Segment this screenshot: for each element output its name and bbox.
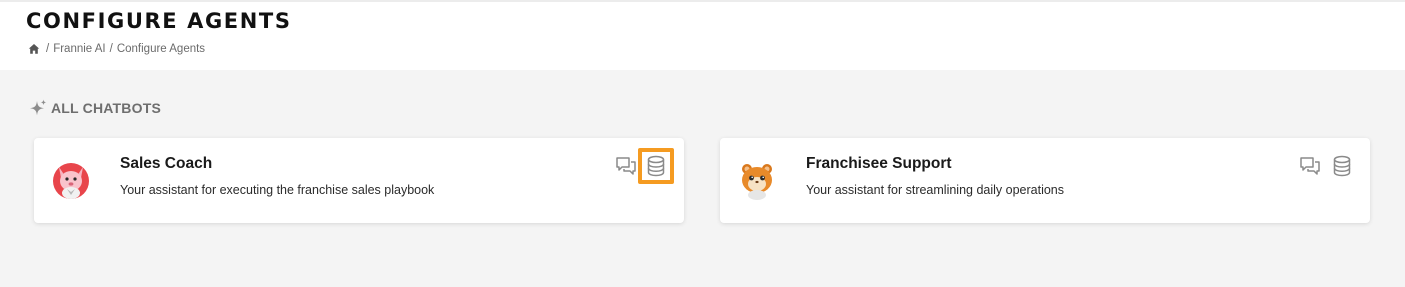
- page-header: CONFIGURE AGENTS / Frannie AI / Configur…: [0, 0, 1405, 70]
- agent-description: Your assistant for executing the franchi…: [120, 183, 435, 197]
- orange-hamster-avatar: [736, 159, 778, 201]
- header-top-divider: [0, 0, 1405, 2]
- database-icon[interactable]: [1330, 154, 1354, 178]
- breadcrumb-separator: /: [46, 43, 50, 55]
- agent-actions: [614, 148, 674, 184]
- page-title: CONFIGURE AGENTS: [26, 9, 292, 33]
- agent-name: Sales Coach: [120, 155, 213, 172]
- chat-icon[interactable]: [1298, 154, 1322, 178]
- breadcrumb-frannie-ai[interactable]: Frannie AI: [53, 43, 105, 55]
- agent-card-sales-coach[interactable]: Sales Coach Your assistant for executing…: [34, 138, 684, 223]
- chat-icon[interactable]: [614, 154, 638, 178]
- section-heading: ALL CHATBOTS: [28, 98, 161, 118]
- agent-card-franchisee-support[interactable]: Franchisee Support Your assistant for st…: [720, 138, 1370, 223]
- breadcrumb-configure-agents: Configure Agents: [116, 43, 206, 55]
- section-title: ALL CHATBOTS: [51, 100, 161, 116]
- breadcrumb-separator: /: [109, 43, 113, 55]
- sparkle-icon: [28, 98, 48, 118]
- database-icon[interactable]: [642, 152, 670, 180]
- breadcrumb: / Frannie AI / Configure Agents: [28, 42, 205, 56]
- home-icon[interactable]: [28, 43, 40, 55]
- agent-actions: [1298, 154, 1354, 178]
- agent-description: Your assistant for streamlining daily op…: [806, 183, 1065, 197]
- pink-fox-avatar: [50, 159, 92, 201]
- agent-name: Franchisee Support: [806, 155, 952, 172]
- database-button-highlighted[interactable]: [638, 148, 674, 184]
